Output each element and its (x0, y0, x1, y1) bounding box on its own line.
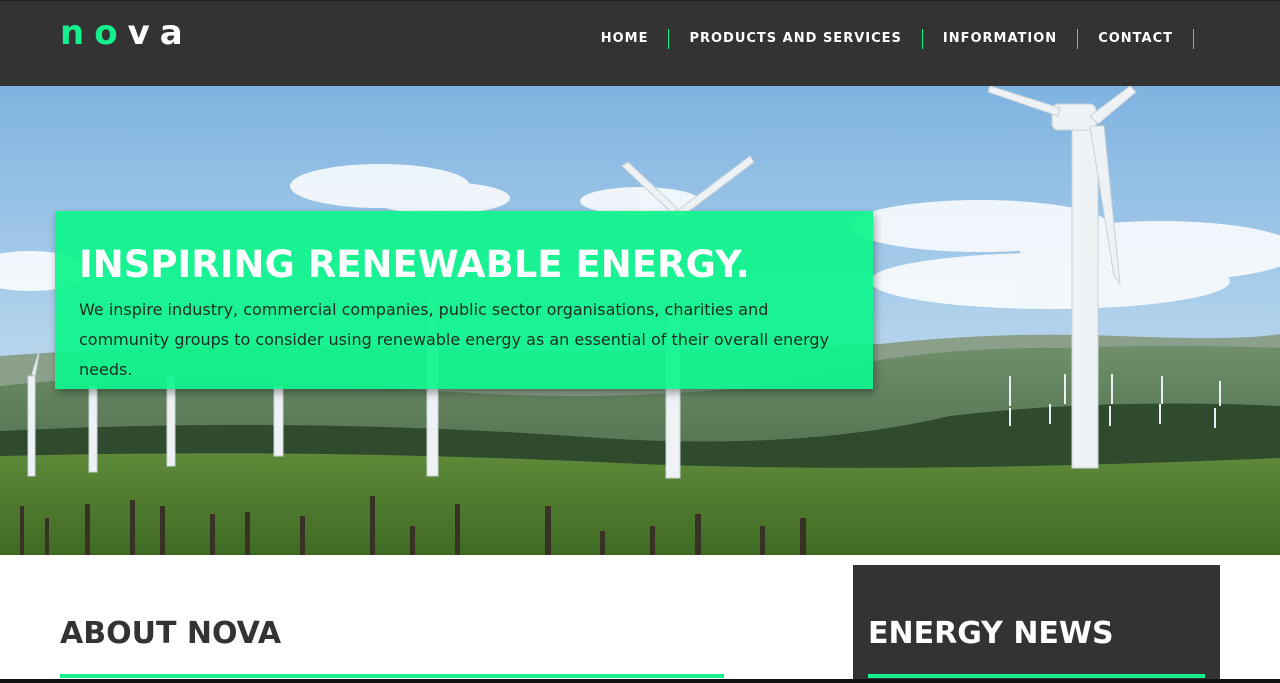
site-header: nova HOME PRODUCTS AND SERVICES INFORMAT… (0, 0, 1280, 86)
nav-item-contact[interactable]: CONTACT (1078, 29, 1194, 49)
hero-title: INSPIRING RENEWABLE ENERGY. (79, 243, 750, 286)
nav-item-information[interactable]: INFORMATION (923, 29, 1079, 49)
about-heading: ABOUT NOVA (60, 616, 282, 651)
logo-text-white: va (127, 13, 193, 53)
main-nav: HOME PRODUCTS AND SERVICES INFORMATION C… (581, 29, 1194, 49)
energy-news-panel: ENERGY NEWS (853, 565, 1220, 683)
window-bottom-edge (0, 679, 1280, 683)
hero-callout: INSPIRING RENEWABLE ENERGY. We inspire i… (55, 211, 873, 389)
energy-news-divider (868, 674, 1205, 678)
hero-banner: INSPIRING RENEWABLE ENERGY. We inspire i… (0, 86, 1280, 555)
nav-item-home[interactable]: HOME (581, 29, 670, 49)
logo-text-green: no (60, 13, 128, 53)
energy-news-heading: ENERGY NEWS (868, 616, 1114, 651)
about-divider (60, 674, 724, 678)
nav-item-products-and-services[interactable]: PRODUCTS AND SERVICES (669, 29, 923, 49)
hero-description: We inspire industry, commercial companie… (79, 300, 830, 379)
nova-logo[interactable]: nova (60, 13, 193, 53)
